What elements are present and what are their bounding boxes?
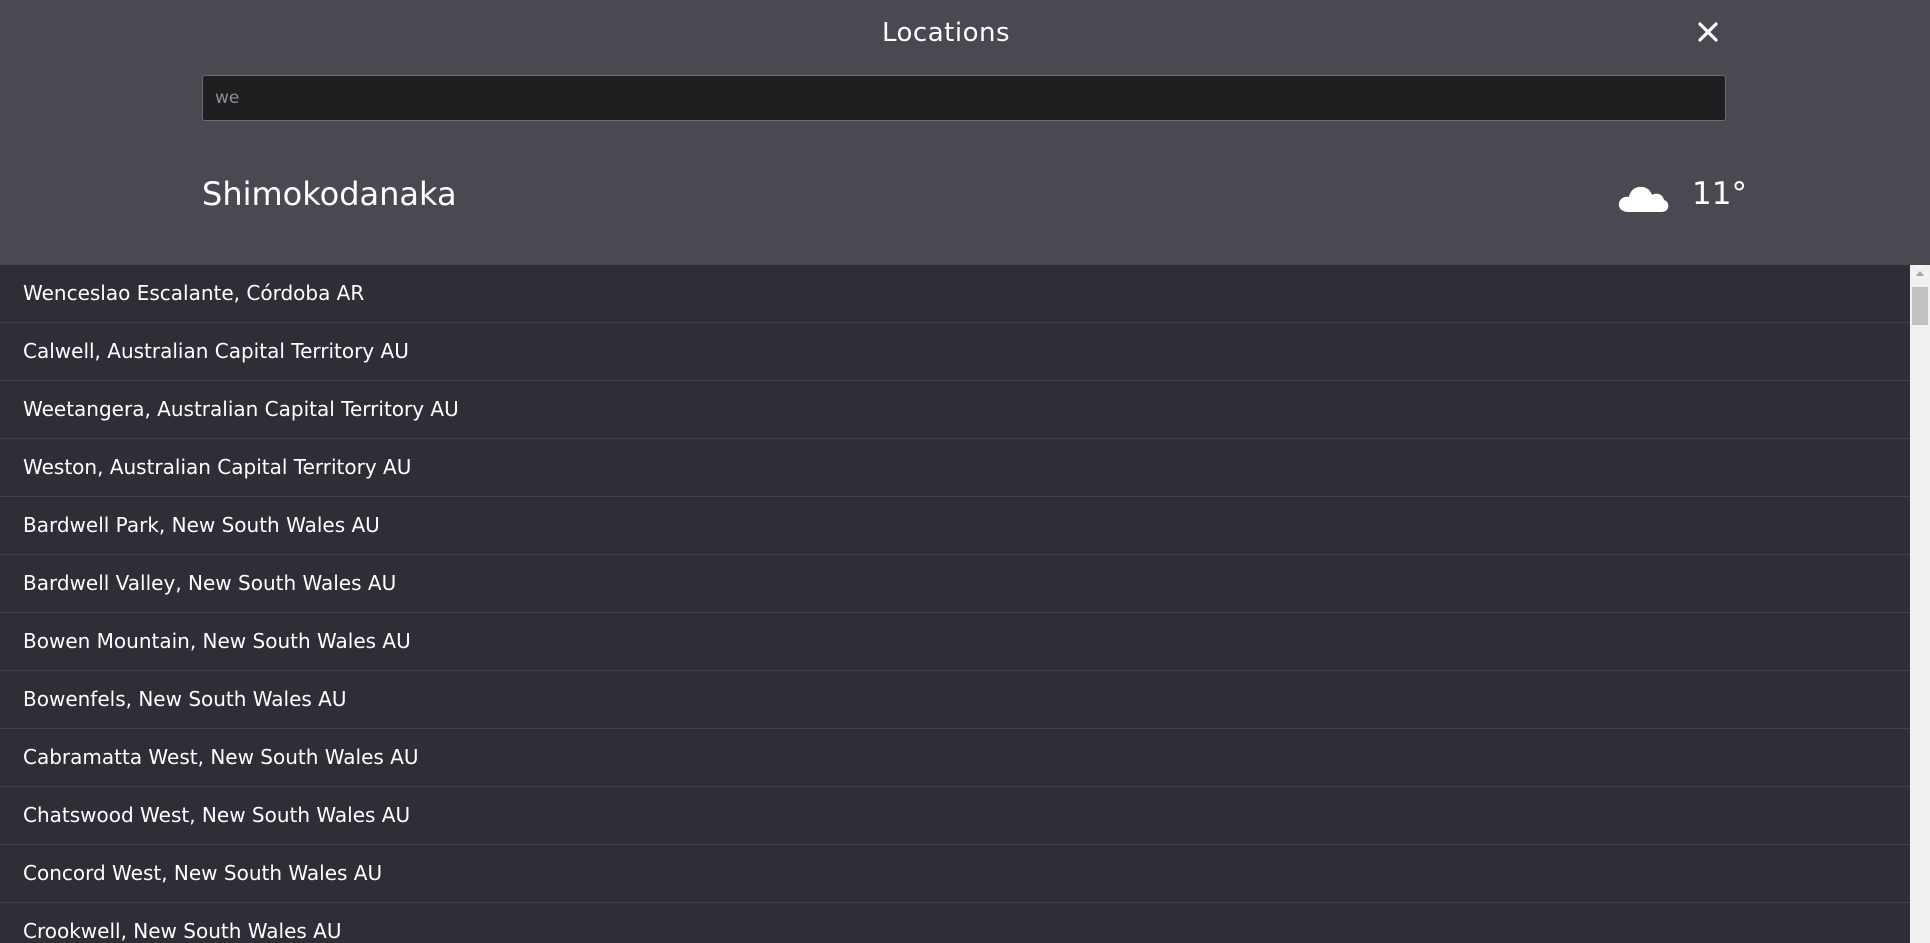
scroll-up-arrow-icon[interactable] — [1910, 265, 1930, 282]
list-item[interactable]: Bowenfels, New South Wales AU — [0, 671, 1910, 729]
list-item[interactable]: Bardwell Valley, New South Wales AU — [0, 555, 1910, 613]
list-item[interactable]: Concord West, New South Wales AU — [0, 845, 1910, 903]
list-item[interactable]: Crookwell, New South Wales AU — [0, 903, 1910, 943]
search-input[interactable] — [202, 75, 1726, 121]
locations-header: Locations Shimokodanaka 11° — [0, 0, 1930, 265]
list-item[interactable]: Weetangera, Australian Capital Territory… — [0, 381, 1910, 439]
list-item[interactable]: Chatswood West, New South Wales AU — [0, 787, 1910, 845]
scrollbar-thumb[interactable] — [1912, 287, 1928, 325]
cloud-icon — [1618, 186, 1669, 212]
location-results-list: Wenceslao Escalante, Córdoba AR Calwell,… — [0, 265, 1910, 943]
page-title: Locations — [881, 18, 1010, 48]
list-item[interactable]: Calwell, Australian Capital Territory AU — [0, 323, 1910, 381]
current-temperature: 11° — [1692, 176, 1747, 212]
list-item[interactable]: Bardwell Park, New South Wales AU — [0, 497, 1910, 555]
current-weather: 11° — [1616, 172, 1747, 216]
list-item[interactable]: Cabramatta West, New South Wales AU — [0, 729, 1910, 787]
close-icon — [1698, 22, 1718, 42]
list-item[interactable]: Weston, Australian Capital Territory AU — [0, 439, 1910, 497]
current-location-name: Shimokodanaka — [202, 175, 457, 213]
list-item[interactable]: Wenceslao Escalante, Córdoba AR — [0, 265, 1910, 323]
results-scrollbar[interactable] — [1910, 265, 1930, 943]
close-button[interactable] — [1690, 14, 1726, 50]
list-item[interactable]: Bowen Mountain, New South Wales AU — [0, 613, 1910, 671]
